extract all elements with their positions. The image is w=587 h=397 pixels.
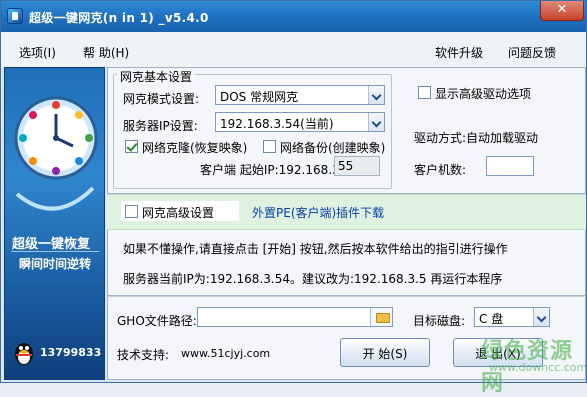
advanced-settings-checkbox[interactable]	[125, 205, 138, 218]
qq-number: 13799833	[40, 346, 102, 359]
advanced-settings-label[interactable]: 网克高级设置	[142, 204, 214, 221]
slogan-secondary: 瞬间时间逆转	[19, 257, 92, 271]
target-disk-value: C 盘	[479, 312, 504, 326]
menu-bar: 选项(I) 帮 助(H) 软件升级 问题反馈	[1, 32, 586, 68]
start-button[interactable]: 开 始(S)	[340, 338, 430, 367]
driver-mode-text: 驱动方式:自动加载驱动	[414, 131, 539, 145]
mode-label: 网克模式设置:	[123, 92, 200, 106]
info-panel: 如果不懂操作,请直接点击 [开始] 按钮,然后按本软件给出的指引进行操作 服务器…	[107, 230, 586, 296]
basic-settings-legend: 网克基本设置	[117, 68, 196, 85]
clock-icon	[14, 96, 98, 211]
support-url[interactable]: www.51cjyj.com	[181, 347, 270, 360]
menu-feedback[interactable]: 问题反馈	[508, 44, 556, 61]
client-ip-label: 客户端 起始IP:192.168.3.	[200, 163, 344, 177]
close-icon: ✕	[556, 2, 568, 17]
info-line-2: 服务器当前IP为:192.168.3.54。建议改为:192.168.3.5 再…	[123, 272, 503, 286]
server-ip-select[interactable]: 192.168.3.54(当前)	[215, 112, 385, 132]
support-label: 技术支持:	[117, 348, 170, 362]
title-bar[interactable]: 超级一键网克(n in 1) _v5.4.0 ✕	[1, 1, 586, 32]
show-driver-checkbox[interactable]	[418, 86, 431, 99]
sidebar-banner: 超级一键恢复 瞬间时间逆转 13799833	[4, 67, 105, 380]
close-button[interactable]: ✕	[540, 1, 584, 21]
server-ip-label: 服务器IP设置:	[123, 119, 198, 133]
chevron-down-icon[interactable]	[368, 113, 384, 131]
clone-restore-checkbox[interactable]	[125, 140, 138, 153]
app-logo-icon	[7, 8, 23, 24]
target-disk-select[interactable]: C 盘	[474, 307, 550, 327]
folder-icon[interactable]	[370, 308, 392, 326]
menu-upgrade[interactable]: 软件升级	[435, 44, 483, 61]
gho-path-label: GHO文件路径:	[117, 314, 197, 328]
show-driver-label[interactable]: 显示高级驱动选项	[435, 85, 531, 102]
mode-select[interactable]: DOS 常规网克	[215, 85, 385, 105]
watermark-url: www.downcc.com	[489, 361, 587, 374]
client-count-input[interactable]	[486, 156, 534, 176]
chevron-down-icon[interactable]	[368, 86, 384, 104]
client-ip-input[interactable]: 55	[334, 156, 380, 176]
plugin-download-link[interactable]: 外置PE(客户端)插件下载	[252, 204, 384, 221]
menu-options[interactable]: 选项(I)	[19, 44, 56, 61]
server-ip-value: 192.168.3.54(当前)	[220, 117, 334, 131]
app-window: 超级一键网克(n in 1) _v5.4.0 ✕ 选项(I) 帮 助(H) 软件…	[0, 0, 587, 396]
menu-help[interactable]: 帮 助(H)	[83, 44, 129, 61]
gho-path-input[interactable]	[197, 307, 393, 327]
clone-restore-label[interactable]: 网络克隆(恢复映象)	[142, 139, 247, 156]
qq-penguin-icon	[15, 343, 33, 365]
backup-checkbox[interactable]	[263, 140, 276, 153]
slogan-primary: 超级一键恢复	[12, 237, 91, 252]
chevron-down-icon[interactable]	[533, 308, 549, 326]
target-disk-label: 目标磁盘:	[413, 314, 466, 328]
window-title: 超级一键网克(n in 1) _v5.4.0	[29, 11, 209, 25]
slogan-divider	[11, 251, 99, 252]
mode-value: DOS 常规网克	[220, 90, 299, 104]
basic-settings-panel: 网克基本设置 网克模式设置: DOS 常规网克 服务器IP设置: 192.168…	[107, 67, 586, 194]
advanced-settings-band: 网克高级设置 外置PE(客户端)插件下载	[107, 194, 586, 230]
info-line-1: 如果不懂操作,请直接点击 [开始] 按钮,然后按本软件给出的指引进行操作	[123, 242, 508, 256]
client-count-label: 客户机数:	[414, 163, 467, 177]
backup-label[interactable]: 网络备份(创建映象)	[280, 139, 385, 156]
